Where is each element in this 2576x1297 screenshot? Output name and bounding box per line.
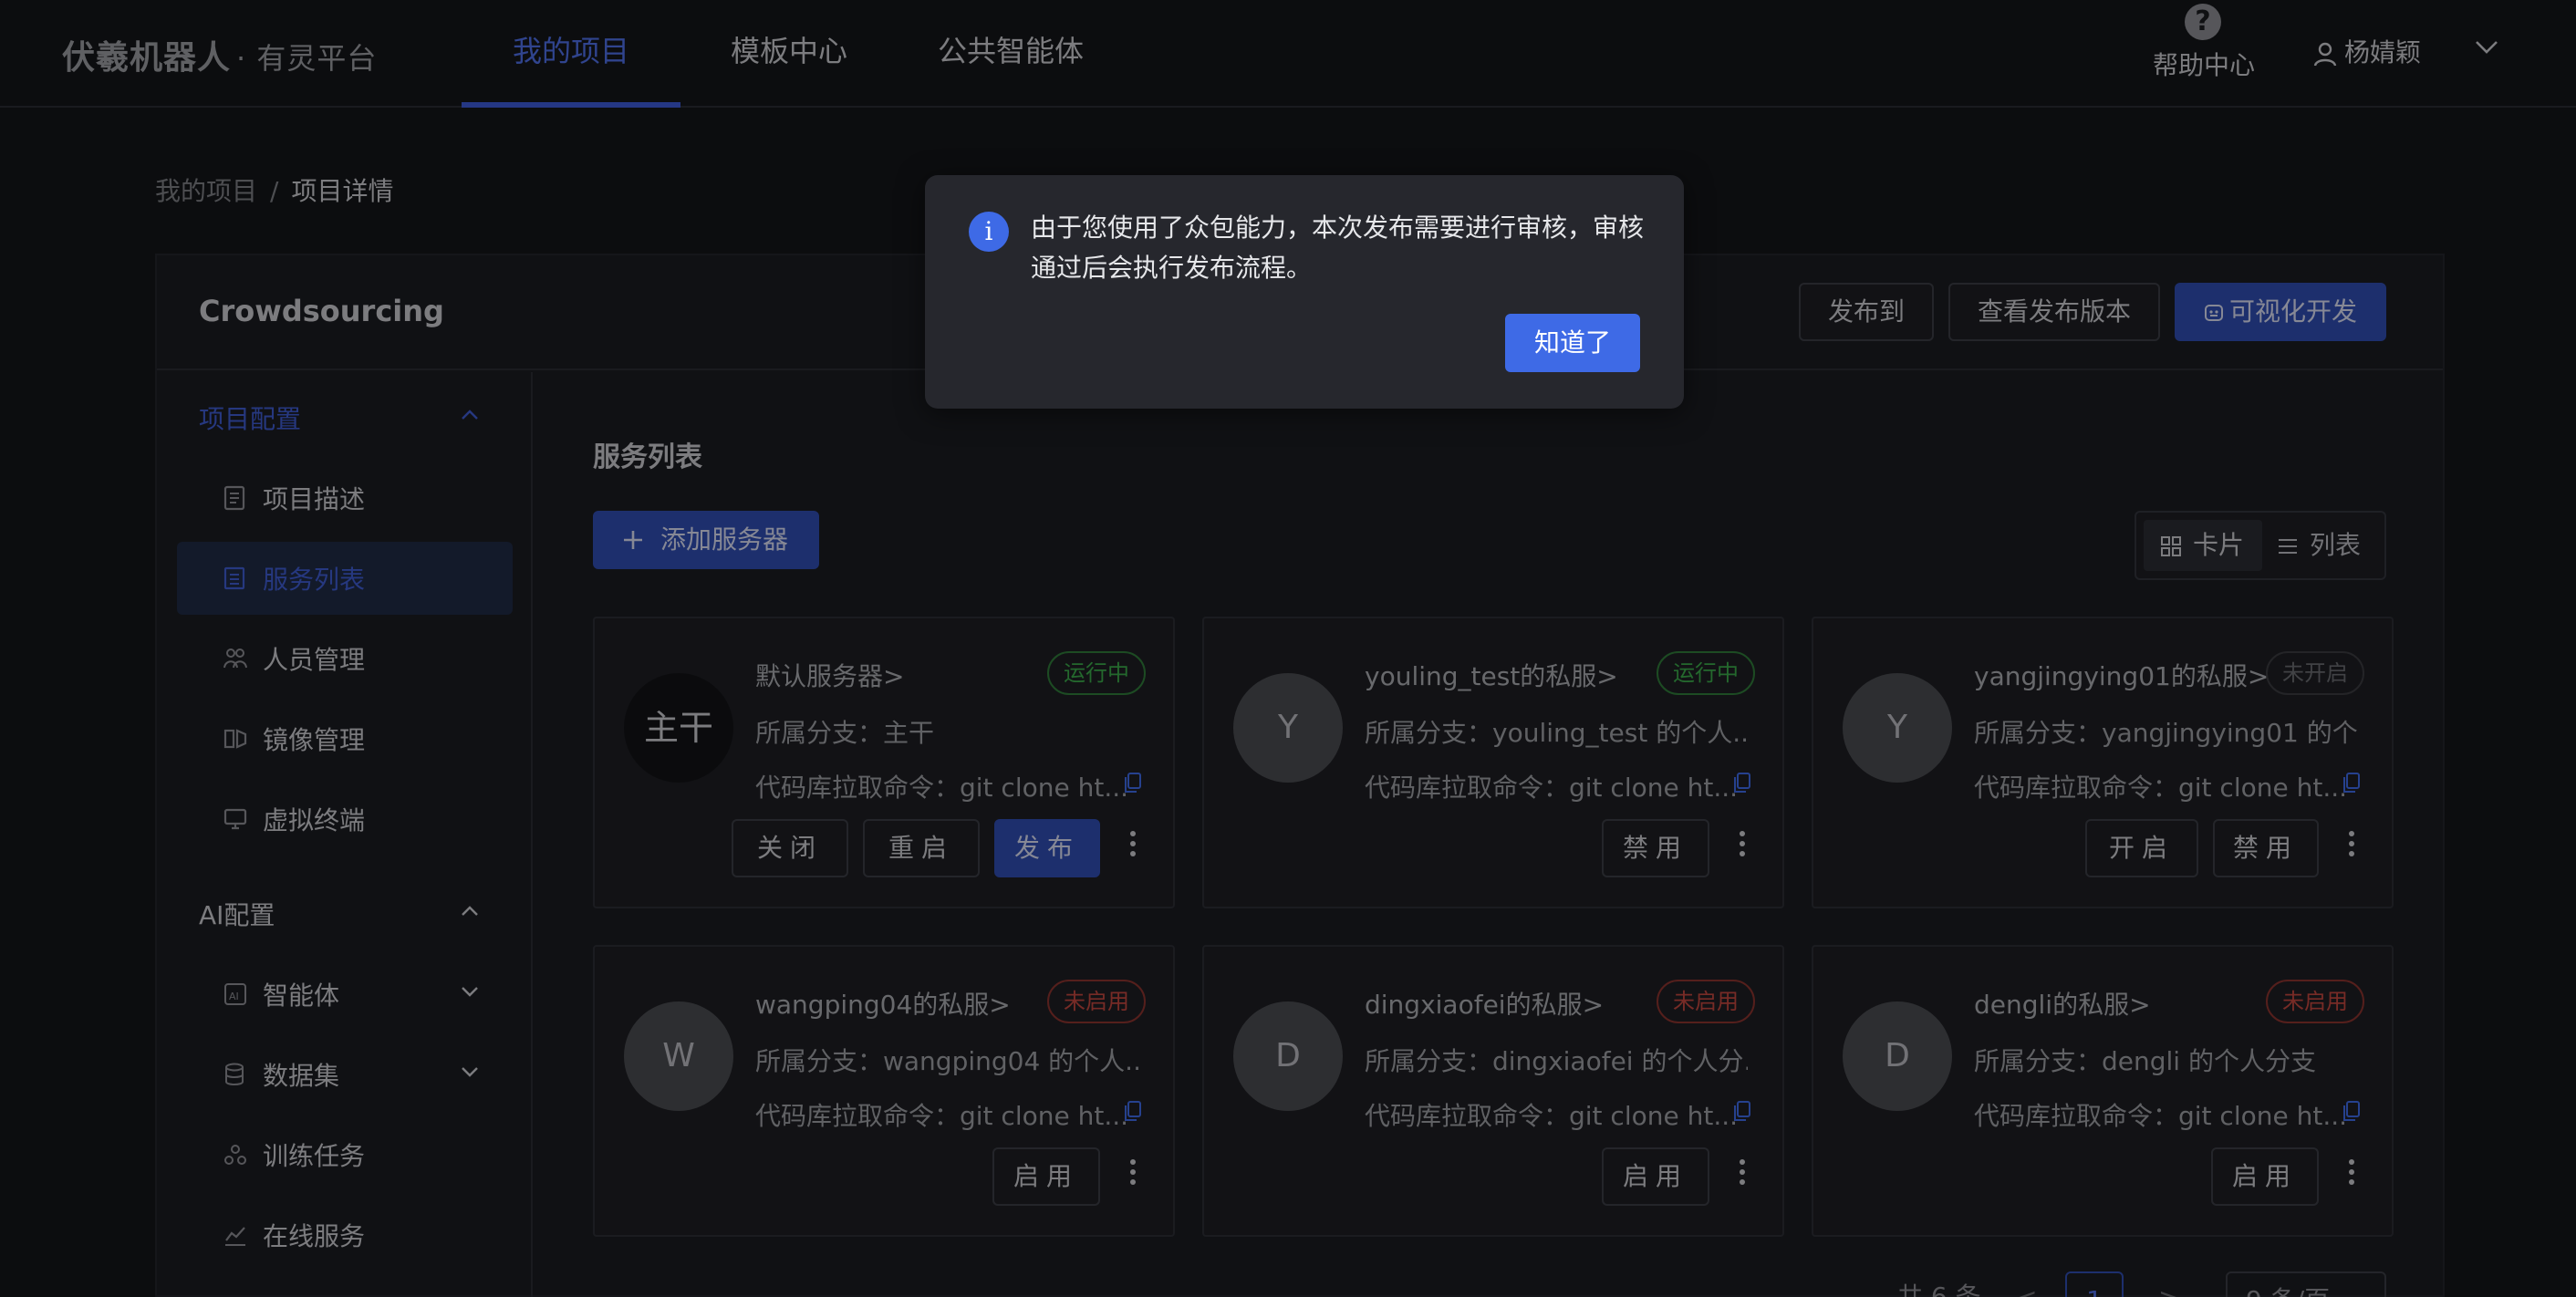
review-notice-modal: i 由于您使用了众包能力，本次发布需要进行审核，审核通过后会执行发布流程。 知道…: [925, 175, 1684, 409]
modal-message: 由于您使用了众包能力，本次发布需要进行审核，审核通过后会执行发布流程。: [1031, 213, 1645, 283]
acknowledge-button[interactable]: 知道了: [1505, 314, 1640, 372]
info-icon: i: [969, 212, 1009, 252]
